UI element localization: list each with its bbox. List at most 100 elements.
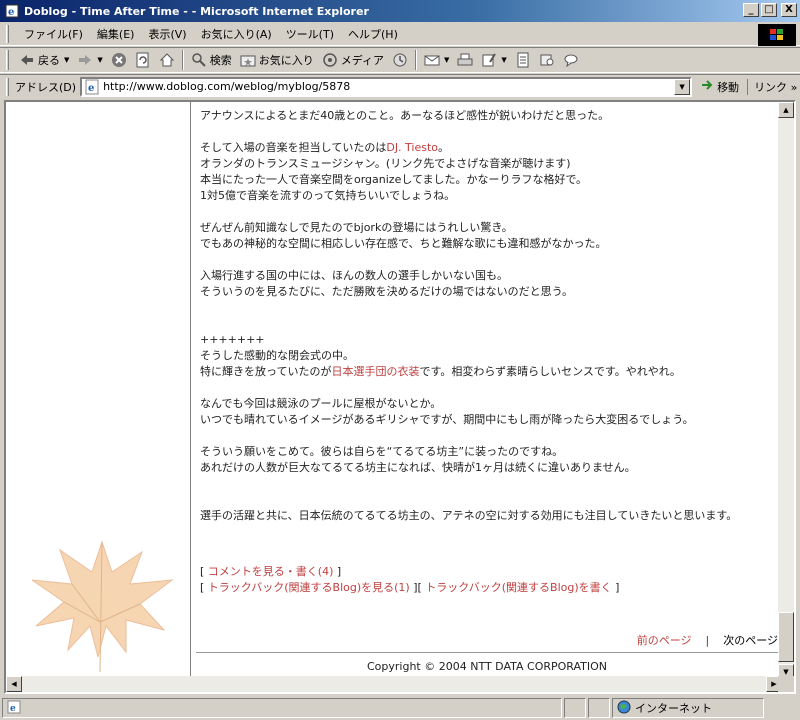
text-line: 。 [438, 141, 450, 154]
back-button[interactable]: 戻る ▼ [15, 49, 73, 71]
trackback-write-link[interactable]: トラックバック(関連するBlog)を書く [425, 581, 611, 594]
print-button[interactable] [453, 49, 477, 71]
page-navigation: 前のページ | 次のページ [196, 630, 778, 650]
vertical-scroll-thumb[interactable] [778, 612, 794, 662]
addressbar-grip[interactable] [6, 77, 9, 96]
scrollbar-corner [778, 676, 794, 692]
chevron-down-icon[interactable]: ▼ [97, 56, 102, 64]
window-titlebar[interactable]: e Doblog - Time After Time - - Microsoft… [0, 0, 800, 22]
links-button[interactable]: リンク » [747, 78, 798, 95]
go-button[interactable]: 移動 [700, 78, 739, 95]
toolbar-separator [181, 50, 184, 70]
minimize-button[interactable]: _ [743, 3, 759, 17]
zone-label: インターネット [635, 702, 712, 715]
menu-help[interactable]: ヘルプ(H) [341, 24, 405, 44]
search-label: 検索 [209, 54, 232, 67]
toolbar-grip[interactable] [6, 50, 9, 70]
trackback-view-link[interactable]: トラックバック(関連するBlog)を見る(1) [208, 581, 410, 594]
status-main: e [2, 698, 562, 718]
text-line: 特に輝きを放っていたのが [200, 365, 332, 378]
refresh-icon [135, 52, 151, 68]
search-button[interactable]: 検索 [187, 49, 236, 71]
next-page-label: 次のページ [723, 634, 778, 647]
maximize-button[interactable]: □ [761, 3, 777, 17]
chevron-down-icon[interactable]: ▼ [64, 56, 69, 64]
comments-link[interactable]: コメントを見る・書く(4) [208, 565, 334, 578]
menu-bar: ファイル(F) 編集(E) 表示(V) お気に入り(A) ツール(T) ヘルプ(… [0, 22, 800, 46]
paragraph-4: 入場行進する国の中には、ほんの数人の選手しかいない国も。 そういうのを見るたびに… [200, 268, 780, 300]
windows-logo-icon [758, 24, 796, 46]
blog-sidebar [6, 102, 191, 680]
security-zone[interactable]: インターネット [612, 698, 764, 718]
menu-view[interactable]: 表示(V) [141, 24, 193, 44]
research-icon [539, 52, 555, 68]
svg-text:e: e [10, 704, 16, 714]
comment-links: [ コメントを見る・書く(4) ] [ トラックバック(関連するBlog)を見る… [200, 565, 620, 594]
text-line: そうした感動的な閉会式の中。 [200, 349, 354, 362]
text-line: なんでも今回は競泳のプールに屋根がないとか。 [200, 397, 442, 410]
paragraph-6: なんでも今回は競泳のプールに屋根がないとか。 いつでも晴れているイメージがあるギ… [200, 396, 780, 428]
favorites-folder-icon [240, 52, 256, 68]
menu-tools[interactable]: ツール(T) [279, 24, 341, 44]
research-button[interactable] [535, 49, 559, 71]
forward-button[interactable]: ▼ [73, 49, 106, 71]
chevron-down-icon[interactable]: ▼ [674, 78, 691, 95]
stop-button[interactable] [107, 49, 131, 71]
document-icon [515, 52, 531, 68]
chevron-down-icon[interactable]: ▼ [444, 56, 449, 64]
text-line: です。相変わらず素晴らしいセンスです。やれやれ。 [419, 365, 681, 378]
close-button[interactable]: X [781, 3, 797, 17]
scroll-left-arrow-icon[interactable]: ◀ [6, 676, 22, 692]
text-line: 本当にたった一人で音楽空間をorganizeしてました。かなーりラフな格好で。 [200, 173, 588, 186]
address-bar: アドレス(D) e http://www.doblog.com/weblog/m… [0, 74, 800, 98]
paragraph-2: そして入場の音楽を担当していたのはDJ. Tiesto。 オランダのトランスミュ… [200, 140, 780, 204]
horizontal-scrollbar[interactable]: ◀ ▶ [6, 676, 782, 692]
text-line: そういう願いをこめて。彼らは自らを“てるてる坊主”に装ったのですね。 [200, 445, 564, 458]
address-input[interactable]: e http://www.doblog.com/weblog/myblog/58… [80, 76, 693, 97]
mail-button[interactable]: ▼ [420, 49, 453, 71]
standard-toolbar: 戻る ▼ ▼ 検索 お気に入り メディア ▼ ▼ [0, 47, 800, 73]
dj-tiesto-link[interactable]: DJ. Tiesto [386, 141, 438, 154]
menu-favorites[interactable]: お気に入り(A) [194, 24, 279, 44]
go-label: 移動 [717, 80, 740, 94]
favorites-label: お気に入り [258, 54, 314, 67]
go-arrow-icon [700, 78, 714, 95]
text-line: オランダのトランスミュージシャン。(リンク先でよさげな音楽が聴けます) [200, 157, 571, 170]
messenger-button[interactable] [559, 49, 583, 71]
back-arrow-icon [19, 52, 35, 68]
media-button[interactable]: メディア [318, 49, 388, 71]
forward-arrow-icon [77, 52, 93, 68]
svg-text:e: e [88, 83, 94, 94]
text-line: +++++++ [200, 333, 265, 346]
text-line: いつでも晴れているイメージがあるギリシャですが、期間中にもし雨が降ったら大変困る… [200, 413, 694, 426]
scroll-up-arrow-icon[interactable]: ▲ [778, 102, 794, 118]
status-bar: e インターネット [0, 696, 800, 720]
messenger-icon [563, 52, 579, 68]
chevron-right-icon: » [790, 80, 798, 94]
status-cell [588, 698, 610, 718]
favorites-button[interactable]: お気に入り [236, 49, 318, 71]
history-button[interactable] [388, 49, 412, 71]
vertical-scrollbar[interactable]: ▲ ▼ [778, 102, 794, 680]
page-viewport[interactable]: アナウンスによるとまだ40歳とのこと。あーなるほど感性が鋭いわけだと思った。 そ… [4, 100, 796, 694]
text-line: そういうのを見るたびに、ただ勝敗を決めるだけの場ではないのだと思う。 [200, 285, 574, 298]
back-label: 戻る [38, 54, 60, 67]
japan-team-costume-link[interactable]: 日本選手団の衣装 [331, 365, 419, 378]
history-icon [392, 52, 408, 68]
media-label: メディア [340, 54, 385, 67]
chevron-down-icon[interactable]: ▼ [501, 56, 506, 64]
svg-text:e: e [8, 7, 14, 18]
paragraph-1: アナウンスによるとまだ40歳とのこと。あーなるほど感性が鋭いわけだと思った。 [200, 108, 780, 124]
address-url[interactable]: http://www.doblog.com/weblog/myblog/5878 [103, 80, 350, 93]
edit-button[interactable]: ▼ [477, 49, 510, 71]
paragraph-7: そういう願いをこめて。彼らは自らを“てるてる坊主”に装ったのですね。 あれだけの… [200, 444, 780, 476]
refresh-button[interactable] [131, 49, 155, 71]
media-icon [322, 52, 338, 68]
printer-icon [457, 52, 473, 68]
menu-file[interactable]: ファイル(F) [17, 24, 90, 44]
menubar-grip[interactable] [6, 24, 9, 43]
discuss-button[interactable] [511, 49, 535, 71]
home-button[interactable] [155, 49, 179, 71]
menu-edit[interactable]: 編集(E) [90, 24, 142, 44]
prev-page-link[interactable]: 前のページ [637, 632, 692, 648]
